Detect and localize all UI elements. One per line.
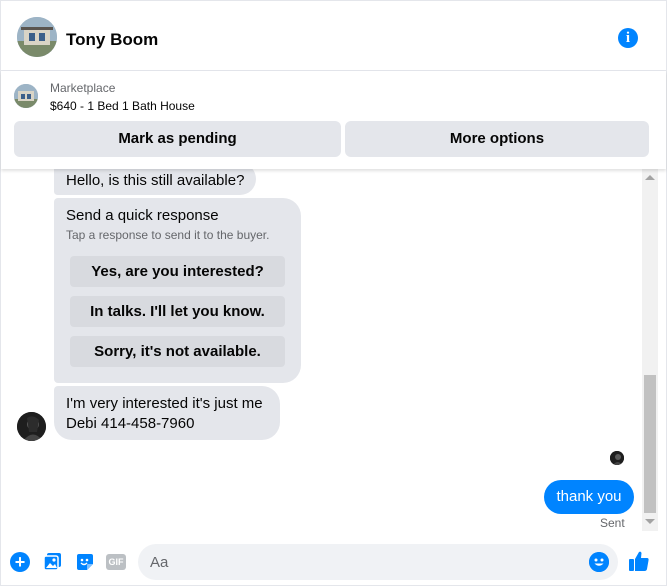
- outgoing-message: thank you: [544, 480, 634, 514]
- more-options-button[interactable]: More options: [345, 121, 649, 157]
- scrollbar-thumb[interactable]: [644, 375, 656, 513]
- read-receipt-avatar: [610, 451, 624, 465]
- message-list: Hello, is this still available? Send a q…: [1, 169, 642, 531]
- quick-response-subtitle: Tap a response to send it to the buyer.: [66, 228, 270, 242]
- emoji-icon[interactable]: [589, 552, 609, 572]
- quick-response-title: Send a quick response: [66, 207, 219, 224]
- marketplace-listing: Marketplace $640 - 1 Bed 1 Bath House Ma…: [1, 71, 666, 169]
- message-composer: + GIF: [1, 538, 666, 586]
- like-icon[interactable]: [628, 550, 650, 572]
- message-line: I'm very interested it's just me: [66, 395, 263, 412]
- message-input[interactable]: [150, 544, 580, 580]
- scroll-up-arrow-icon[interactable]: [645, 175, 655, 180]
- chat-window: Tony Boom i Marketplace $640 - 1 Bed 1 B…: [0, 0, 667, 586]
- photo-icon[interactable]: [43, 552, 63, 572]
- quick-reply-in-talks[interactable]: In talks. I'll let you know.: [70, 296, 285, 327]
- message-line: Debi 414-458-7960: [66, 415, 195, 432]
- incoming-message: Hello, is this still available?: [54, 169, 257, 195]
- quick-reply-not-available[interactable]: Sorry, it's not available.: [70, 336, 285, 367]
- contact-name[interactable]: Tony Boom: [66, 30, 158, 50]
- contact-avatar[interactable]: [17, 17, 57, 57]
- message-input-container: [138, 544, 618, 580]
- message-status: Sent: [600, 516, 625, 530]
- incoming-message: I'm very interested it's just me Debi 41…: [54, 386, 280, 440]
- info-icon[interactable]: i: [618, 28, 638, 48]
- scrollbar[interactable]: [642, 169, 658, 531]
- chat-header: Tony Boom i: [1, 9, 666, 71]
- sticker-icon[interactable]: [75, 552, 95, 572]
- marketplace-label: Marketplace: [50, 81, 116, 95]
- gif-icon[interactable]: GIF: [106, 554, 126, 570]
- mark-as-pending-button[interactable]: Mark as pending: [14, 121, 341, 157]
- quick-response-card: Send a quick response Tap a response to …: [54, 198, 301, 383]
- plus-icon[interactable]: +: [10, 552, 30, 572]
- quick-reply-interested[interactable]: Yes, are you interested?: [70, 256, 285, 287]
- listing-thumbnail[interactable]: [14, 84, 38, 108]
- sender-avatar[interactable]: [17, 412, 46, 441]
- scroll-down-arrow-icon[interactable]: [645, 519, 655, 524]
- listing-title[interactable]: $640 - 1 Bed 1 Bath House: [50, 99, 195, 113]
